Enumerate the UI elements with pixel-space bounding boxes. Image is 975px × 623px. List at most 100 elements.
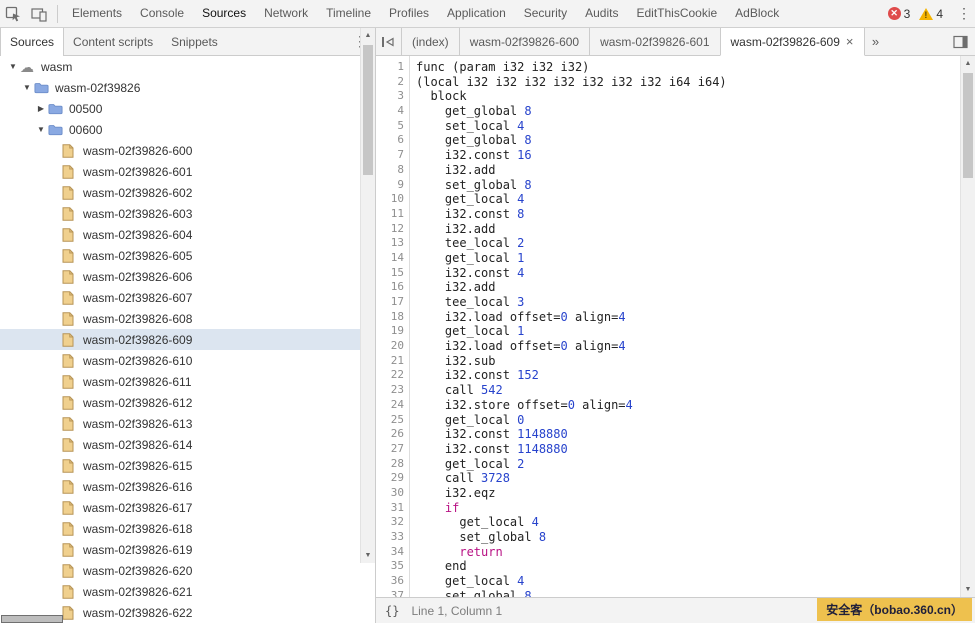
collapse-arrow-icon[interactable]: ▼ <box>6 62 20 71</box>
tree-item-wasm-02f39826-620[interactable]: wasm-02f39826-620 <box>0 560 375 581</box>
close-icon[interactable]: × <box>846 36 854 48</box>
scrollbar-thumb[interactable] <box>363 45 373 175</box>
line-number[interactable]: 13 <box>376 236 404 251</box>
code-line[interactable]: i32.load offset=0 align=4 <box>416 310 960 325</box>
line-number[interactable]: 19 <box>376 324 404 339</box>
line-number[interactable]: 12 <box>376 222 404 237</box>
scroll-down-icon[interactable]: ▼ <box>361 548 375 563</box>
code-line[interactable]: i32.const 152 <box>416 368 960 383</box>
line-number[interactable]: 34 <box>376 545 404 560</box>
scroll-up-icon[interactable]: ▲ <box>361 28 375 43</box>
line-number[interactable]: 7 <box>376 148 404 163</box>
line-number[interactable]: 28 <box>376 457 404 472</box>
code-line[interactable]: get_local 4 <box>416 574 960 589</box>
editor-tab-wasm-02f39826-600[interactable]: wasm-02f39826-600 <box>460 28 590 55</box>
line-number[interactable]: 21 <box>376 354 404 369</box>
main-tab-profiles[interactable]: Profiles <box>380 0 438 27</box>
code-line[interactable]: i32.load offset=0 align=4 <box>416 339 960 354</box>
code-line[interactable]: if <box>416 501 960 516</box>
main-tab-console[interactable]: Console <box>131 0 193 27</box>
code-line[interactable]: i32.const 8 <box>416 207 960 222</box>
editor-tab-wasm-02f39826-609[interactable]: wasm-02f39826-609× <box>720 28 865 56</box>
code-line[interactable]: return <box>416 545 960 560</box>
line-number[interactable]: 10 <box>376 192 404 207</box>
tree-item-wasm-02f39826[interactable]: ▼wasm-02f39826 <box>0 77 375 98</box>
code-line[interactable]: get_local 2 <box>416 457 960 472</box>
line-number[interactable]: 8 <box>376 163 404 178</box>
code-line[interactable]: set_local 4 <box>416 119 960 134</box>
code-line[interactable]: func (param i32 i32 i32) <box>416 60 960 75</box>
scrollbar-thumb[interactable] <box>963 73 973 178</box>
scrollbar-track[interactable] <box>961 71 975 582</box>
tree-item-wasm-02f39826-621[interactable]: wasm-02f39826-621 <box>0 581 375 602</box>
line-number[interactable]: 22 <box>376 368 404 383</box>
code-line[interactable]: tee_local 3 <box>416 295 960 310</box>
tree-item-wasm-02f39826-609[interactable]: wasm-02f39826-609 <box>0 329 375 350</box>
tree-item-wasm-02f39826-615[interactable]: wasm-02f39826-615 <box>0 455 375 476</box>
line-number[interactable]: 11 <box>376 207 404 222</box>
tree-item-wasm-02f39826-618[interactable]: wasm-02f39826-618 <box>0 518 375 539</box>
line-number[interactable]: 1 <box>376 60 404 75</box>
tree-item-wasm-02f39826-607[interactable]: wasm-02f39826-607 <box>0 287 375 308</box>
tree-item-wasm-02f39826-601[interactable]: wasm-02f39826-601 <box>0 161 375 182</box>
code-line[interactable]: end <box>416 559 960 574</box>
code-line[interactable]: i32.add <box>416 222 960 237</box>
code-line[interactable]: get_global 8 <box>416 133 960 148</box>
tree-item-wasm-02f39826-612[interactable]: wasm-02f39826-612 <box>0 392 375 413</box>
code-line[interactable]: get_local 0 <box>416 413 960 428</box>
tree-item-wasm-02f39826-610[interactable]: wasm-02f39826-610 <box>0 350 375 371</box>
code-content[interactable]: func (param i32 i32 i32)(local i32 i32 i… <box>410 56 960 597</box>
code-line[interactable]: i32.store offset=0 align=4 <box>416 398 960 413</box>
main-tab-timeline[interactable]: Timeline <box>317 0 380 27</box>
tree-item-wasm-02f39826-613[interactable]: wasm-02f39826-613 <box>0 413 375 434</box>
collapse-arrow-icon[interactable]: ▼ <box>20 83 34 92</box>
main-tab-adblock[interactable]: AdBlock <box>726 0 788 27</box>
code-line[interactable]: i32.const 16 <box>416 148 960 163</box>
code-line[interactable]: (local i32 i32 i32 i32 i32 i32 i32 i64 i… <box>416 75 960 90</box>
line-number[interactable]: 5 <box>376 119 404 134</box>
tree-item-00600[interactable]: ▼00600 <box>0 119 375 140</box>
code-line[interactable]: i32.add <box>416 280 960 295</box>
scrollbar-track[interactable] <box>361 43 375 548</box>
line-number[interactable]: 2 <box>376 75 404 90</box>
line-number[interactable]: 14 <box>376 251 404 266</box>
tree-item-wasm-02f39826-602[interactable]: wasm-02f39826-602 <box>0 182 375 203</box>
more-options-icon[interactable]: ⋮ <box>953 5 975 22</box>
code-line[interactable]: i32.const 4 <box>416 266 960 281</box>
expand-panel-button[interactable] <box>947 28 975 55</box>
line-number[interactable]: 37 <box>376 589 404 597</box>
line-number[interactable]: 15 <box>376 266 404 281</box>
code-line[interactable]: i32.eqz <box>416 486 960 501</box>
code-line[interactable]: call 542 <box>416 383 960 398</box>
code-line[interactable]: get_local 4 <box>416 515 960 530</box>
tree-item-wasm-02f39826-600[interactable]: wasm-02f39826-600 <box>0 140 375 161</box>
tree-item-wasm-02f39826-604[interactable]: wasm-02f39826-604 <box>0 224 375 245</box>
scroll-up-icon[interactable]: ▲ <box>961 56 975 71</box>
tree-item-wasm-02f39826-605[interactable]: wasm-02f39826-605 <box>0 245 375 266</box>
line-number[interactable]: 20 <box>376 339 404 354</box>
code-line[interactable]: i32.sub <box>416 354 960 369</box>
editor-tab-index[interactable]: (index) <box>402 28 460 55</box>
main-tab-editthiscookie[interactable]: EditThisCookie <box>627 0 726 27</box>
tree-item-wasm-02f39826-617[interactable]: wasm-02f39826-617 <box>0 497 375 518</box>
line-number[interactable]: 16 <box>376 280 404 295</box>
tree-item-wasm-02f39826-606[interactable]: wasm-02f39826-606 <box>0 266 375 287</box>
code-line[interactable]: tee_local 2 <box>416 236 960 251</box>
inspect-element-button[interactable] <box>0 0 26 27</box>
editor-vertical-scrollbar[interactable]: ▲ ▼ <box>960 56 975 597</box>
line-number[interactable]: 4 <box>376 104 404 119</box>
line-number[interactable]: 31 <box>376 501 404 516</box>
code-line[interactable]: i32.add <box>416 163 960 178</box>
main-tab-network[interactable]: Network <box>255 0 317 27</box>
scroll-down-icon[interactable]: ▼ <box>961 582 975 597</box>
line-number[interactable]: 23 <box>376 383 404 398</box>
tree-item-wasm-02f39826-611[interactable]: wasm-02f39826-611 <box>0 371 375 392</box>
line-number[interactable]: 25 <box>376 413 404 428</box>
pretty-print-button[interactable]: {} <box>385 604 399 618</box>
line-number[interactable]: 3 <box>376 89 404 104</box>
collapse-arrow-icon[interactable]: ▼ <box>34 125 48 134</box>
code-line[interactable]: set_global 8 <box>416 530 960 545</box>
tree-item-wasm-02f39826-614[interactable]: wasm-02f39826-614 <box>0 434 375 455</box>
line-number[interactable]: 29 <box>376 471 404 486</box>
navigator-tab-snippets[interactable]: Snippets <box>162 28 227 55</box>
